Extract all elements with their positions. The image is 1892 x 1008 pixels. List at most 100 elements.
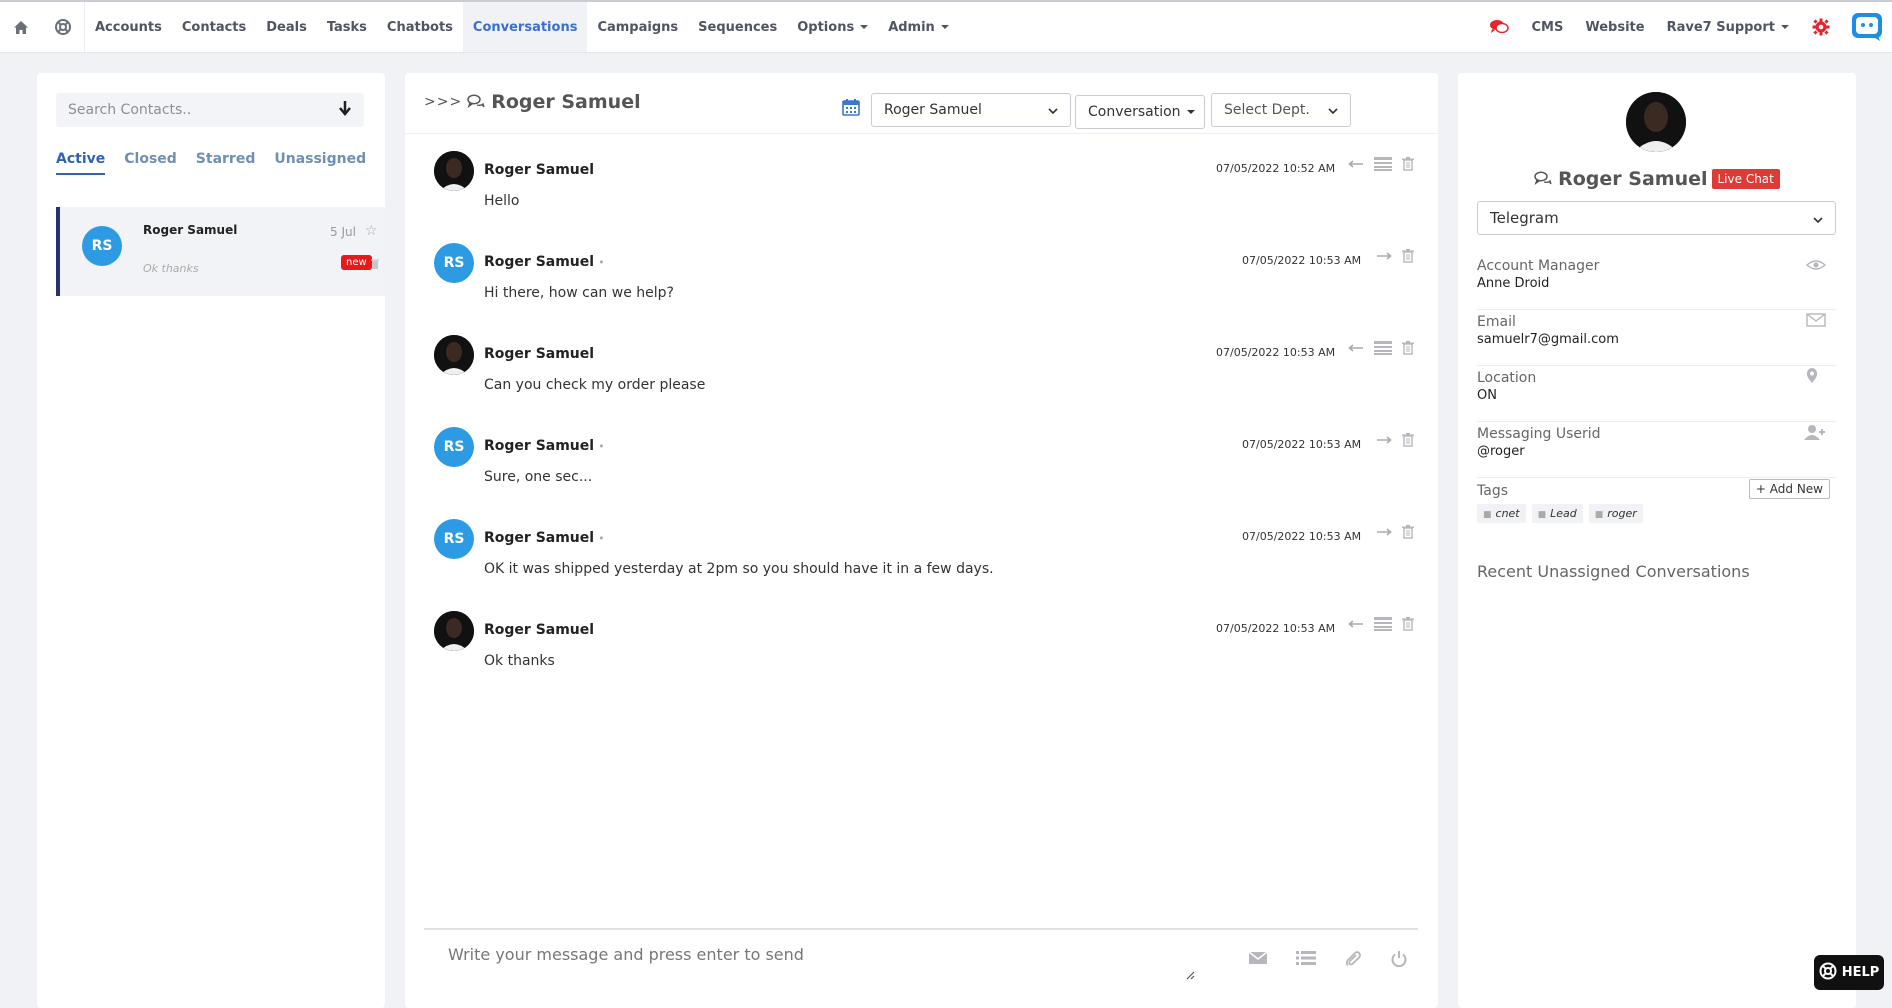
trash-icon[interactable] [1402,157,1414,171]
message-text: OK it was shipped yesterday at 2pm so yo… [484,561,994,577]
conversation-contact-name: Roger Samuel [143,223,238,237]
avatar: RS [434,427,474,467]
power-icon[interactable] [1390,950,1408,972]
message-sender: Roger Samuel [484,346,595,362]
lifebuoy-icon[interactable] [42,2,84,52]
resize-handle-icon[interactable] [1185,965,1195,984]
forward-arrow-icon[interactable] [1376,528,1392,536]
trash-icon[interactable] [1402,341,1414,355]
conversation-list-panel: Search Contacts.. Active Closed Starred … [37,73,385,1008]
message-actions [1348,617,1414,631]
tab-active[interactable]: Active [56,151,106,175]
envelope-icon[interactable] [1248,950,1268,972]
calendar-icon[interactable] [842,98,860,120]
conversation-dropdown-button[interactable]: Conversation [1075,95,1205,129]
nav-conversations[interactable]: Conversations [462,2,588,52]
nav-contacts[interactable]: Contacts [172,2,256,52]
search-placeholder: Search Contacts.. [68,102,192,118]
list-detail-icon[interactable] [1374,341,1392,355]
conversation-list-item[interactable]: RS Roger Samuel 5 Jul ☆ Ok thanks new [56,207,385,296]
tags-section: Tags + Add New ■ cnet ■ Lead ■ roger [1477,479,1836,529]
avatar [434,151,474,191]
tab-unassigned[interactable]: Unassigned [274,151,366,175]
message-sender: Roger Samuel [484,162,595,178]
search-contacts-input[interactable]: Search Contacts.. [56,93,364,127]
tag-chip[interactable]: ■ cnet [1477,504,1526,523]
avatar: RS [434,243,474,283]
lifebuoy-icon [1819,962,1837,984]
paperclip-icon[interactable] [1344,950,1362,972]
conversation-date: 5 Jul [330,225,356,239]
avatar [434,335,474,375]
tag-chip[interactable]: ■ roger [1588,504,1643,523]
channel-select[interactable]: Telegram [1477,201,1836,235]
comments-icon [1534,170,1552,189]
home-icon[interactable] [0,2,42,52]
profile-avatar [1626,92,1686,152]
help-label: HELP [1841,965,1880,980]
profile-header: Roger Samuel Live Chat [1458,168,1856,190]
info-label: Messaging Userid [1477,426,1601,442]
envelope-icon[interactable] [1806,312,1826,331]
chat-bubbles-icon[interactable] [1478,2,1520,52]
chat-panel: >>> Roger Samuel Roger Samuel Conversati… [405,73,1438,1008]
chevron-down-icon [1048,102,1058,118]
nav-options-dropdown[interactable]: Options [787,2,878,52]
help-button[interactable]: HELP [1814,955,1884,990]
nav-accounts[interactable]: Accounts [85,2,172,52]
nav-deals[interactable]: Deals [256,2,317,52]
trash-icon[interactable] [371,254,379,273]
nav-support-dropdown[interactable]: Rave7 Support [1656,2,1800,52]
user-plus-icon[interactable] [1804,424,1826,444]
trash-icon[interactable] [1402,249,1414,263]
star-icon[interactable]: ☆ [365,223,378,239]
chat-app-logo-icon[interactable] [1842,2,1892,52]
map-pin-icon[interactable] [1806,368,1818,388]
contact-select[interactable]: Roger Samuel [871,93,1071,127]
contact-select-value: Roger Samuel [884,102,982,118]
channel-select-value: Telegram [1490,209,1559,227]
tab-starred[interactable]: Starred [196,151,256,175]
arrow-down-icon[interactable] [338,100,352,120]
nav-chatbots[interactable]: Chatbots [377,2,463,52]
message-composer-input[interactable]: Write your message and press enter to se… [448,945,804,964]
conversation-tabs: Active Closed Starred Unassigned [56,151,366,175]
message-sender-name: Roger Samuel [484,530,595,546]
nav-sequences[interactable]: Sequences [688,2,787,52]
list-detail-icon[interactable] [1374,617,1392,631]
nav-cms[interactable]: CMS [1520,2,1574,52]
message-text: Hi there, how can we help? [484,285,674,301]
email-row: Email samuelr7@gmail.com [1477,310,1836,366]
avatar: RS [434,519,474,559]
eye-icon[interactable] [1805,256,1827,275]
expand-arrows[interactable]: >>> [424,94,462,110]
nav-campaigns[interactable]: Campaigns [587,2,688,52]
forward-arrow-icon[interactable] [1376,436,1392,444]
tag-icon: ■ [1537,510,1547,520]
info-label: Account Manager [1477,258,1600,274]
nav-admin-dropdown[interactable]: Admin [878,2,959,52]
add-tag-button[interactable]: + Add New [1748,479,1830,499]
list-detail-icon[interactable] [1374,157,1392,171]
trash-icon[interactable] [1402,433,1414,447]
message-timestamp: 07/05/2022 10:53 AM [1242,254,1362,267]
tab-closed[interactable]: Closed [124,151,177,175]
message-actions [1376,525,1414,539]
trash-icon[interactable] [1402,525,1414,539]
reply-arrow-icon[interactable] [1348,620,1364,628]
reply-arrow-icon[interactable] [1348,160,1364,168]
nav-tasks[interactable]: Tasks [317,2,377,52]
message-timestamp: 07/05/2022 10:53 AM [1216,346,1336,359]
tag-chip[interactable]: ■ Lead [1531,504,1583,523]
gear-icon[interactable] [1800,2,1842,52]
department-select-value: Select Dept. [1224,102,1310,118]
department-select[interactable]: Select Dept. [1211,93,1351,127]
forward-arrow-icon[interactable] [1376,252,1392,260]
trash-icon[interactable] [1402,617,1414,631]
chevron-down-icon [1328,102,1338,118]
reply-arrow-icon[interactable] [1348,344,1364,352]
nav-website[interactable]: Website [1574,2,1655,52]
list-icon[interactable] [1296,950,1316,972]
message-timestamp: 07/05/2022 10:53 AM [1242,438,1362,451]
info-label: Email [1477,314,1516,330]
